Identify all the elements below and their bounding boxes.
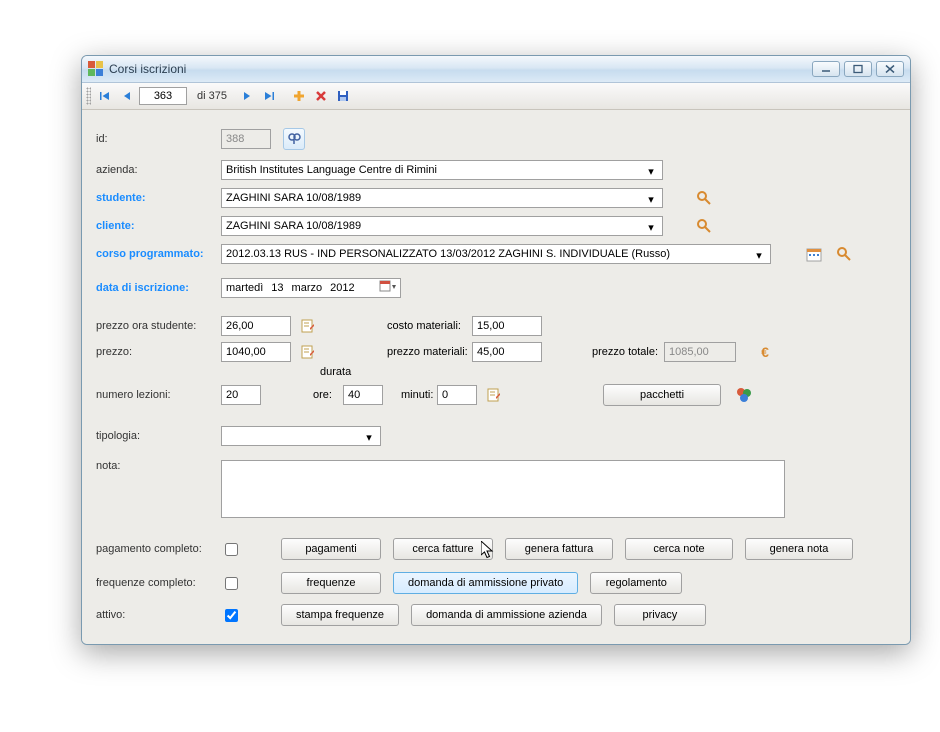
- tipologia-select[interactable]: ▾: [221, 426, 381, 446]
- prev-record-button[interactable]: [117, 86, 137, 106]
- frequenze-button[interactable]: frequenze: [281, 572, 381, 594]
- add-record-button[interactable]: [289, 86, 309, 106]
- genera-nota-button[interactable]: genera nota: [745, 538, 853, 560]
- prezzo-materiali-label: prezzo materiali:: [387, 346, 472, 358]
- form-area: id: azienda: British Institutes Language…: [82, 110, 910, 644]
- edit-prezzo-button[interactable]: [299, 343, 317, 361]
- nota-field[interactable]: [221, 460, 785, 518]
- frequenze-completo-checkbox[interactable]: [225, 577, 238, 590]
- cliente-value: ZAGHINI SARA 10/08/1989: [226, 220, 361, 232]
- chevron-down-icon: ▾: [643, 192, 659, 206]
- domanda-azienda-button[interactable]: domanda di ammissione azienda: [411, 604, 602, 626]
- app-window: Corsi iscrizioni di 375: [81, 55, 911, 645]
- titlebar: Corsi iscrizioni: [82, 56, 910, 83]
- pagamento-completo-checkbox[interactable]: [225, 543, 238, 556]
- prezzo-ora-label: prezzo ora studente:: [96, 320, 221, 332]
- find-id-button[interactable]: [283, 128, 305, 150]
- numero-lezioni-label: numero lezioni:: [96, 389, 221, 401]
- delete-record-button[interactable]: [311, 86, 331, 106]
- domanda-privato-button[interactable]: domanda di ammissione privato: [393, 572, 578, 594]
- prezzo-totale-field: [664, 342, 736, 362]
- privacy-button[interactable]: privacy: [614, 604, 706, 626]
- corso-value: 2012.03.13 RUS - IND PERSONALIZZATO 13/0…: [226, 248, 670, 260]
- cliente-label[interactable]: cliente:: [96, 220, 221, 232]
- tipologia-label: tipologia:: [96, 430, 221, 442]
- prezzo-label: prezzo:: [96, 346, 221, 358]
- azienda-value: British Institutes Language Centre di Ri…: [226, 164, 437, 176]
- pagamento-completo-label: pagamento completo:: [96, 543, 221, 555]
- cliente-select[interactable]: ZAGHINI SARA 10/08/1989 ▾: [221, 216, 663, 236]
- studente-select[interactable]: ZAGHINI SARA 10/08/1989 ▾: [221, 188, 663, 208]
- record-position-input[interactable]: [139, 87, 187, 105]
- record-total-text: di 375: [189, 90, 235, 102]
- studente-value: ZAGHINI SARA 10/08/1989: [226, 192, 361, 204]
- chevron-down-icon: ▾: [751, 248, 767, 262]
- costo-materiali-label: costo materiali:: [387, 320, 472, 332]
- minuti-field[interactable]: [437, 385, 477, 405]
- cerca-fatture-button[interactable]: cerca fatture: [393, 538, 493, 560]
- date-picker[interactable]: martedì 13 marzo 2012: [221, 278, 401, 298]
- minimize-button[interactable]: [812, 61, 840, 77]
- close-button[interactable]: [876, 61, 904, 77]
- azienda-label: azienda:: [96, 164, 221, 176]
- save-record-button[interactable]: [333, 86, 353, 106]
- euro-icon: €: [756, 343, 774, 361]
- calendar-dropdown-icon: [379, 280, 397, 297]
- window-title: Corsi iscrizioni: [109, 62, 186, 76]
- attivo-checkbox[interactable]: [225, 609, 238, 622]
- data-iscrizione-label[interactable]: data di iscrizione:: [96, 282, 221, 294]
- toolbar-grip: [86, 87, 91, 105]
- first-record-button[interactable]: [95, 86, 115, 106]
- record-nav-toolbar: di 375: [82, 83, 910, 110]
- id-label: id:: [96, 133, 221, 145]
- pacchetti-button[interactable]: pacchetti: [603, 384, 721, 406]
- attivo-label: attivo:: [96, 609, 221, 621]
- genera-fattura-button[interactable]: genera fattura: [505, 538, 613, 560]
- corso-label[interactable]: corso programmato:: [96, 248, 221, 260]
- regolamento-button[interactable]: regolamento: [590, 572, 682, 594]
- prezzo-ora-field[interactable]: [221, 316, 291, 336]
- search-cliente-button[interactable]: [695, 217, 713, 235]
- chevron-down-icon: ▾: [361, 430, 377, 444]
- studente-label[interactable]: studente:: [96, 192, 221, 204]
- pagamenti-button[interactable]: pagamenti: [281, 538, 381, 560]
- prezzo-totale-label: prezzo totale:: [592, 346, 664, 358]
- id-field: [221, 129, 271, 149]
- app-icon: [88, 61, 104, 77]
- calendar-corso-button[interactable]: [805, 245, 823, 263]
- durata-label: durata: [320, 366, 351, 378]
- ore-field[interactable]: [343, 385, 383, 405]
- prezzo-field[interactable]: [221, 342, 291, 362]
- chevron-down-icon: ▾: [643, 164, 659, 178]
- maximize-button[interactable]: [844, 61, 872, 77]
- edit-durata-button[interactable]: [485, 386, 503, 404]
- minuti-label: minuti:: [401, 389, 437, 401]
- nota-label: nota:: [96, 460, 221, 472]
- frequenze-completo-label: frequenze completo:: [96, 577, 221, 589]
- next-record-button[interactable]: [237, 86, 257, 106]
- azienda-select[interactable]: British Institutes Language Centre di Ri…: [221, 160, 663, 180]
- search-studente-button[interactable]: [695, 189, 713, 207]
- numero-lezioni-field[interactable]: [221, 385, 261, 405]
- last-record-button[interactable]: [259, 86, 279, 106]
- cerca-note-button[interactable]: cerca note: [625, 538, 733, 560]
- chevron-down-icon: ▾: [643, 220, 659, 234]
- prezzo-materiali-field[interactable]: [472, 342, 542, 362]
- stampa-frequenze-button[interactable]: stampa frequenze: [281, 604, 399, 626]
- edit-prezzo-ora-button[interactable]: [299, 317, 317, 335]
- pacchetti-icon[interactable]: [735, 386, 753, 404]
- corso-select[interactable]: 2012.03.13 RUS - IND PERSONALIZZATO 13/0…: [221, 244, 771, 264]
- costo-materiali-field[interactable]: [472, 316, 542, 336]
- search-corso-button[interactable]: [835, 245, 853, 263]
- ore-label: ore:: [313, 389, 343, 401]
